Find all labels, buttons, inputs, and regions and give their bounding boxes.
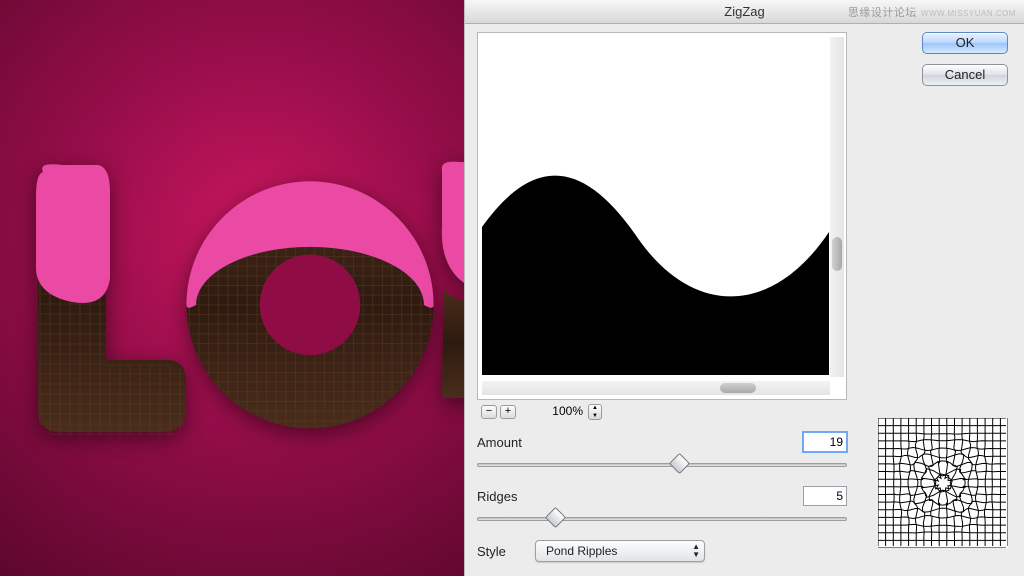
zigzag-dialog: ZigZag 思缘设计论坛WWW.MISSYUAN.COM OK Cancel bbox=[464, 0, 1024, 576]
zoom-in-button[interactable]: + bbox=[500, 405, 516, 419]
watermark: 思缘设计论坛WWW.MISSYUAN.COM bbox=[848, 4, 1016, 20]
letter-o bbox=[170, 160, 450, 440]
zoom-field[interactable]: 100% bbox=[529, 404, 583, 420]
preview-vertical-scrollbar[interactable] bbox=[830, 37, 844, 377]
ok-button[interactable]: OK bbox=[922, 32, 1008, 54]
letter-l bbox=[10, 160, 190, 440]
amount-slider[interactable] bbox=[477, 456, 847, 472]
filter-preview-pane bbox=[477, 32, 847, 400]
ridges-slider[interactable] bbox=[477, 510, 847, 526]
chevron-updown-icon: ▲▼ bbox=[692, 543, 700, 559]
ridges-field[interactable] bbox=[803, 486, 847, 506]
filter-preview[interactable] bbox=[482, 37, 829, 375]
preview-horizontal-scrollbar[interactable] bbox=[482, 381, 830, 395]
dialog-title: ZigZag bbox=[724, 4, 764, 19]
style-select[interactable]: Pond Ripples ▲▼ bbox=[535, 540, 705, 562]
zoom-stepper[interactable]: ▲▼ bbox=[588, 404, 602, 420]
wireframe-preview bbox=[878, 418, 1008, 548]
letter-v-edge bbox=[440, 160, 464, 400]
style-selected-value: Pond Ripples bbox=[546, 544, 617, 558]
amount-field[interactable] bbox=[803, 432, 847, 452]
cancel-button[interactable]: Cancel bbox=[922, 64, 1008, 86]
zoom-out-button[interactable]: − bbox=[481, 405, 497, 419]
ridges-label: Ridges bbox=[477, 489, 803, 504]
document-canvas bbox=[0, 0, 464, 576]
style-label: Style bbox=[477, 544, 535, 559]
amount-label: Amount bbox=[477, 435, 803, 450]
